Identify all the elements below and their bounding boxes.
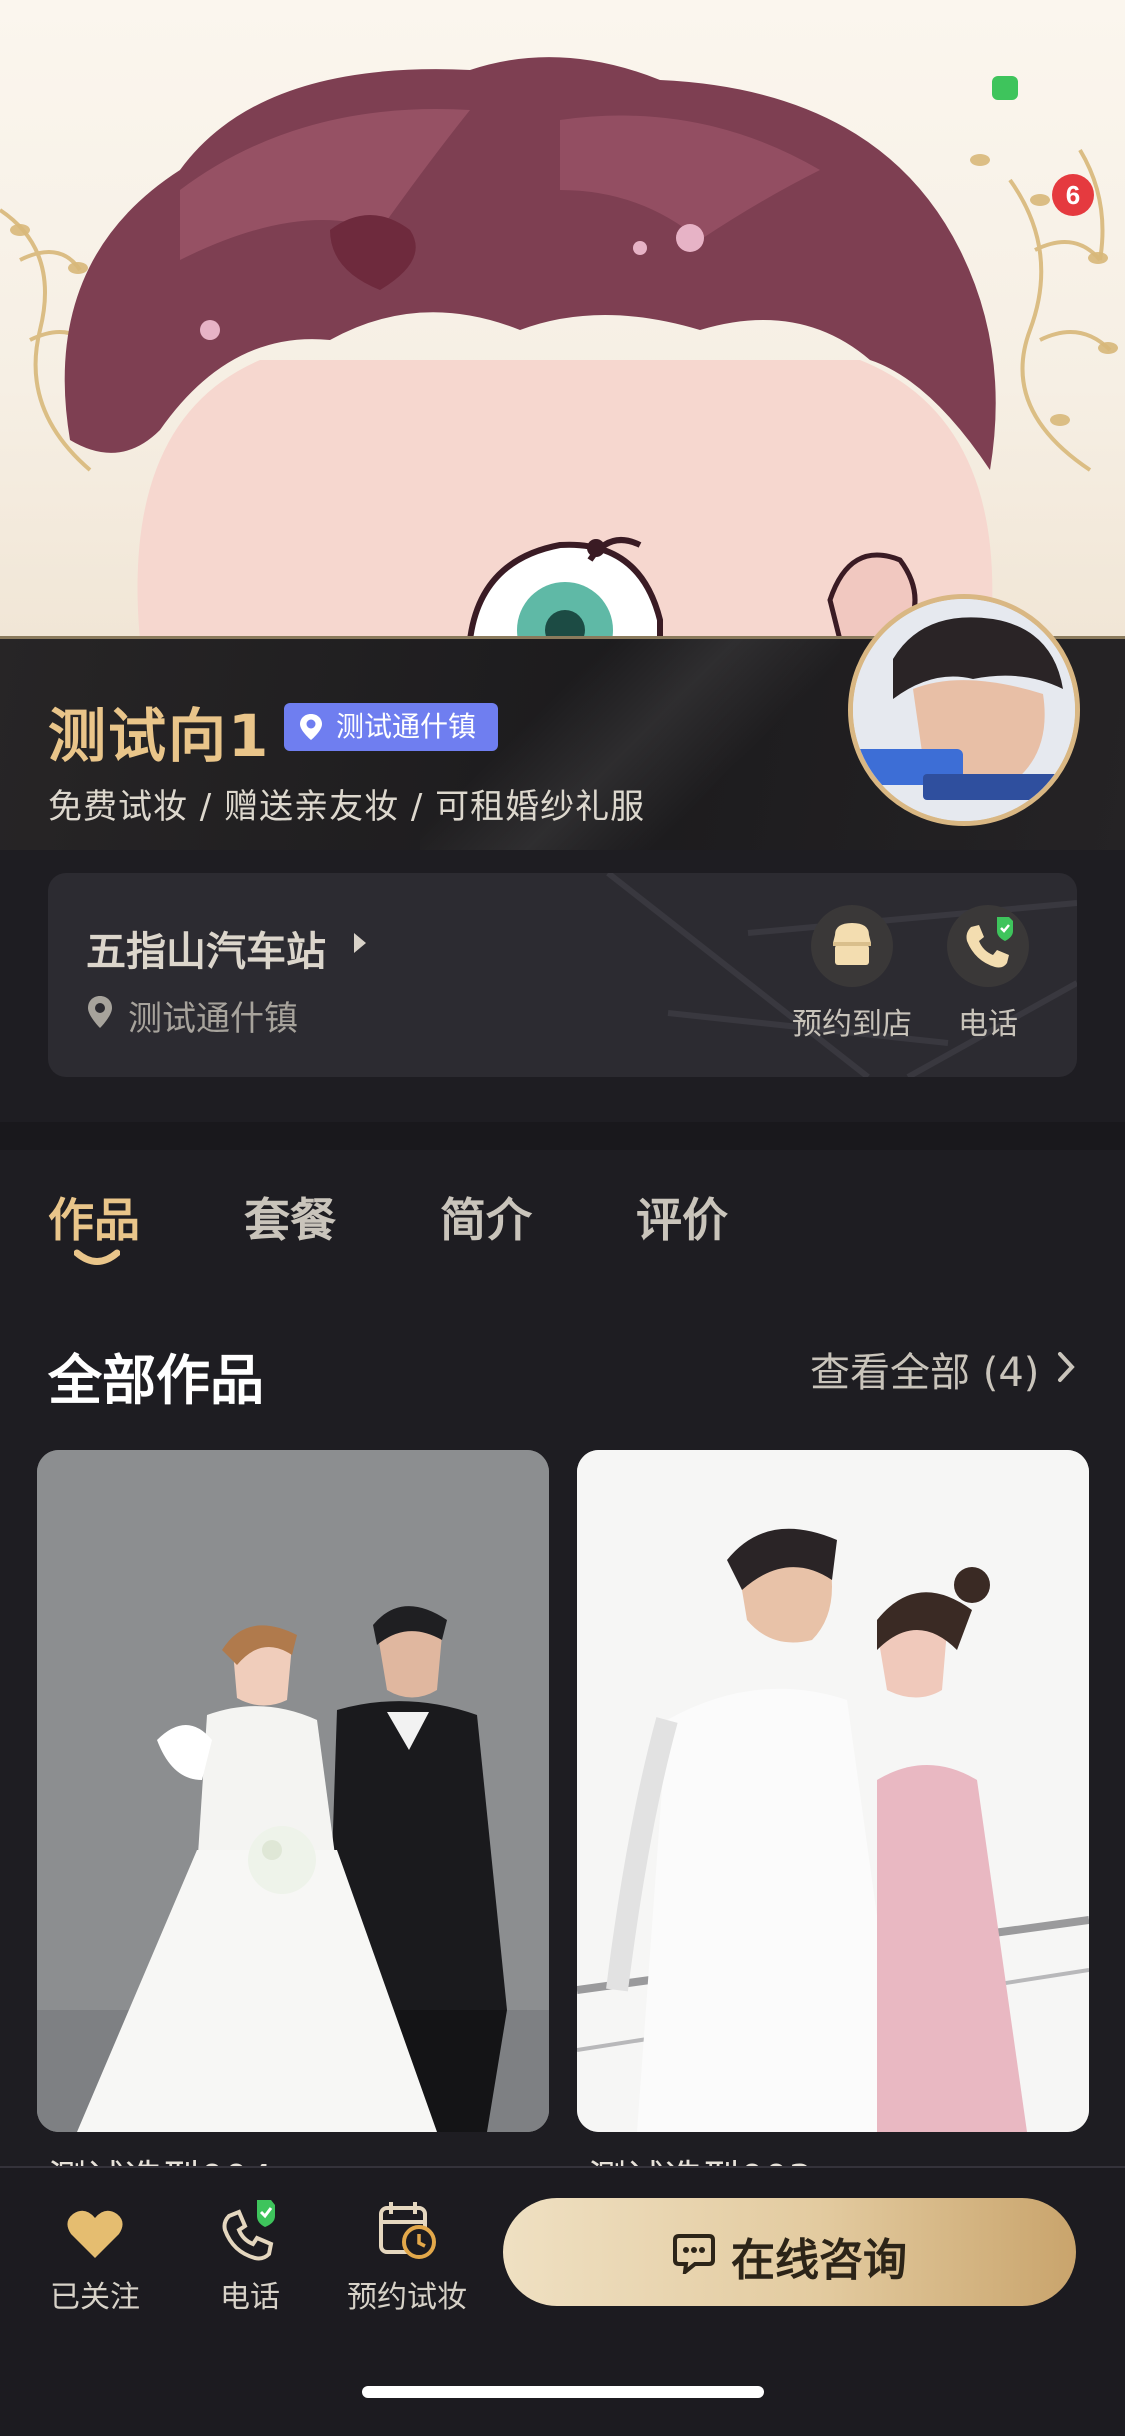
home-indicator[interactable] <box>362 2386 764 2398</box>
address-title: 五指山汽车站 <box>86 929 326 975</box>
cover-image: 6 <box>0 0 1125 640</box>
bottom-call-label: 电话 <box>220 2280 280 2315</box>
store-name: 测试向1 <box>48 702 271 770</box>
section-divider <box>0 1122 1125 1150</box>
caret-right-icon <box>354 933 366 953</box>
work-photo <box>577 1450 1089 2132</box>
store-avatar[interactable] <box>848 594 1080 826</box>
cover-illustration <box>0 57 1118 640</box>
phone-verified-icon <box>222 2200 275 2261</box>
book-trial-label: 预约试妆 <box>347 2280 467 2315</box>
follow-button[interactable]: 已关注 <box>25 2198 165 2316</box>
calendar-clock-icon <box>379 2202 436 2259</box>
address-district: 测试通什镇 <box>86 991 298 1040</box>
chat-icon <box>673 2234 715 2274</box>
tab-intro[interactable]: 简介 <box>440 1184 532 1250</box>
tab-reviews[interactable]: 评价 <box>636 1184 728 1250</box>
bottom-action-bar: 已关注 电话 预约试妆 在线咨询 <box>0 2166 1125 2436</box>
work-photo <box>37 1450 549 2132</box>
book-visit-button[interactable]: 预约到店 <box>787 905 917 1043</box>
works-section-title: 全部作品 <box>48 1349 264 1412</box>
location-pin-icon <box>300 714 322 740</box>
location-tag-label: 测试通什镇 <box>336 710 477 743</box>
chevron-right-icon[interactable] <box>1056 1350 1076 1384</box>
follow-label: 已关注 <box>50 2280 140 2315</box>
avatar-photo <box>853 599 1075 821</box>
call-button[interactable]: 电话 <box>923 905 1053 1043</box>
call-label: 电话 <box>958 1007 1018 1042</box>
location-tag[interactable]: 测试通什镇 <box>284 703 499 751</box>
address-district-label: 测试通什镇 <box>128 999 298 1039</box>
store-icon <box>811 905 893 987</box>
work-card[interactable] <box>577 1450 1089 2132</box>
active-tab-indicator <box>74 1249 120 1265</box>
app-status-icon <box>992 76 1018 100</box>
see-all-link[interactable]: 查看全部 (4) <box>810 1340 1039 1398</box>
online-consult-button[interactable]: 在线咨询 <box>503 2198 1076 2306</box>
phone-verified-icon <box>947 905 1029 987</box>
online-consult-label: 在线咨询 <box>731 2235 907 2286</box>
notification-badge[interactable]: 6 <box>1052 174 1094 216</box>
store-tagline: 免费试妆 / 赠送亲友妆 / 可租婚纱礼服 <box>48 787 646 827</box>
book-trial-button[interactable]: 预约试妆 <box>337 2198 477 2316</box>
location-pin-icon <box>88 996 112 1028</box>
tab-works[interactable]: 作品 <box>48 1184 140 1250</box>
work-card[interactable] <box>37 1450 549 2132</box>
tab-packages[interactable]: 套餐 <box>244 1184 336 1250</box>
bottom-call-button[interactable]: 电话 <box>180 2198 320 2316</box>
address-card: 五指山汽车站 测试通什镇 预约到店 电话 <box>48 873 1077 1077</box>
heart-icon <box>67 2210 123 2258</box>
book-visit-label: 预约到店 <box>792 1007 912 1042</box>
